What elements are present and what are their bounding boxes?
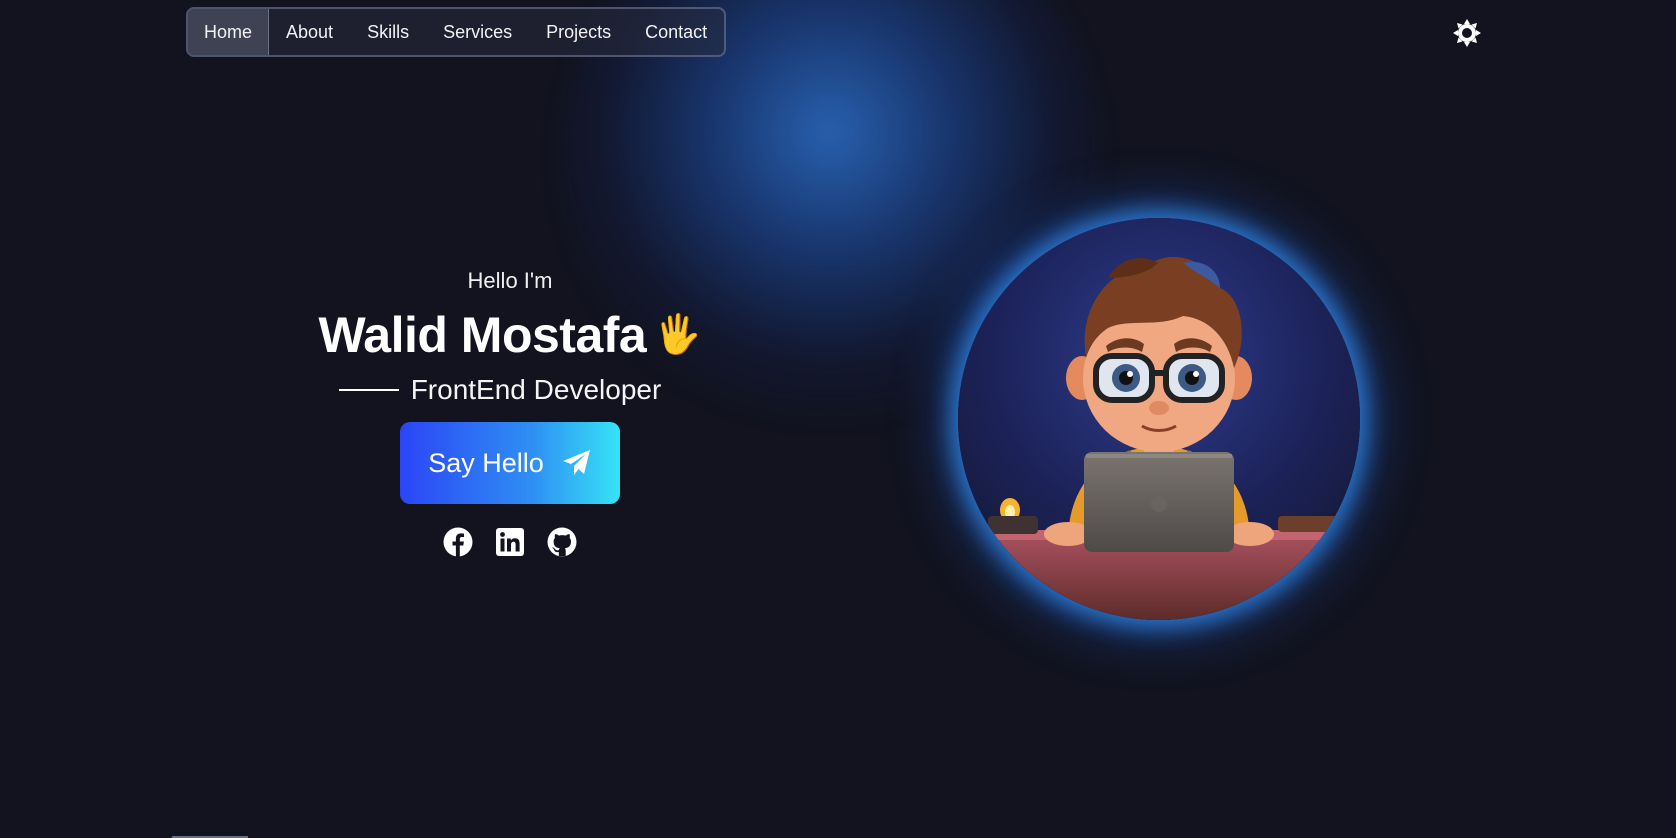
developer-name: Walid Mostafa <box>318 307 647 363</box>
say-hello-label: Say Hello <box>428 447 544 478</box>
paper-plane-icon <box>562 450 590 475</box>
github-icon <box>547 527 577 557</box>
nav-item-home[interactable]: Home <box>188 9 270 55</box>
nav-item-contact[interactable]: Contact <box>628 9 724 55</box>
developer-avatar-image <box>958 218 1360 620</box>
nav-item-skills[interactable]: Skills <box>350 9 426 55</box>
name-row: Walid Mostafa 🖐 <box>318 306 701 364</box>
say-hello-button[interactable]: Say Hello <box>400 422 620 504</box>
wave-hand-icon: 🖐 <box>654 314 702 356</box>
main-nav: Home About Skills Services Projects Cont… <box>186 7 727 57</box>
nav-item-projects[interactable]: Projects <box>529 9 628 55</box>
role-title: FrontEnd Developer <box>410 374 662 405</box>
role-row: FrontEnd Developer <box>338 374 662 406</box>
linkedin-icon <box>496 528 524 556</box>
facebook-link[interactable] <box>442 526 474 558</box>
facebook-icon <box>443 527 473 557</box>
nav-item-services[interactable]: Services <box>426 9 529 55</box>
sun-icon <box>1453 19 1481 47</box>
page: Home About Skills Services Projects Cont… <box>0 0 1676 838</box>
linkedin-link[interactable] <box>494 526 526 558</box>
hero-section: Hello I'm Walid Mostafa 🖐 FrontEnd Devel… <box>300 268 720 558</box>
github-link[interactable] <box>546 526 578 558</box>
social-links <box>442 526 578 558</box>
greeting-text: Hello I'm <box>467 268 553 293</box>
developer-avatar <box>958 218 1360 620</box>
nav-item-about[interactable]: About <box>269 9 350 55</box>
theme-toggle-button[interactable] <box>1452 18 1482 48</box>
role-divider-line <box>338 389 399 391</box>
